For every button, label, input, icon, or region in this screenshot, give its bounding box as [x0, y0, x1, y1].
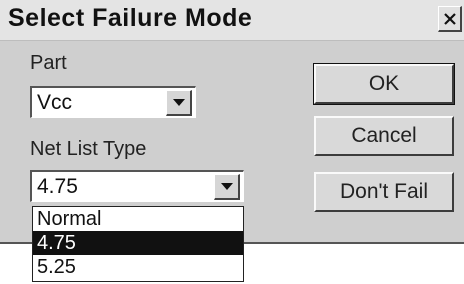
close-button[interactable] [438, 6, 462, 32]
part-label: Part [30, 52, 67, 74]
net-list-type-dropdown-list[interactable]: Normal 4.75 5.25 [32, 206, 244, 282]
dont-fail-button[interactable]: Don't Fail [314, 172, 454, 212]
dialog-title: Select Failure Mode [8, 4, 253, 32]
list-item[interactable]: 4.75 [33, 231, 243, 255]
ok-button[interactable]: OK [313, 63, 455, 105]
part-combobox[interactable]: Vcc [30, 86, 196, 118]
list-item[interactable]: Normal [33, 207, 243, 231]
list-item[interactable]: 5.25 [33, 255, 243, 279]
net-list-type-label: Net List Type [30, 138, 147, 160]
net-list-type-dropdown-button[interactable] [214, 174, 240, 200]
part-value: Vcc [37, 91, 73, 114]
chevron-down-icon [172, 99, 185, 106]
net-list-type-combobox[interactable]: 4.75 [30, 170, 244, 202]
title-bar[interactable]: Select Failure Mode [0, 0, 464, 41]
chevron-down-icon [220, 183, 233, 190]
cancel-button[interactable]: Cancel [314, 116, 454, 156]
part-dropdown-button[interactable] [166, 90, 192, 116]
close-x-icon [443, 12, 456, 25]
net-list-type-value: 4.75 [37, 175, 78, 198]
